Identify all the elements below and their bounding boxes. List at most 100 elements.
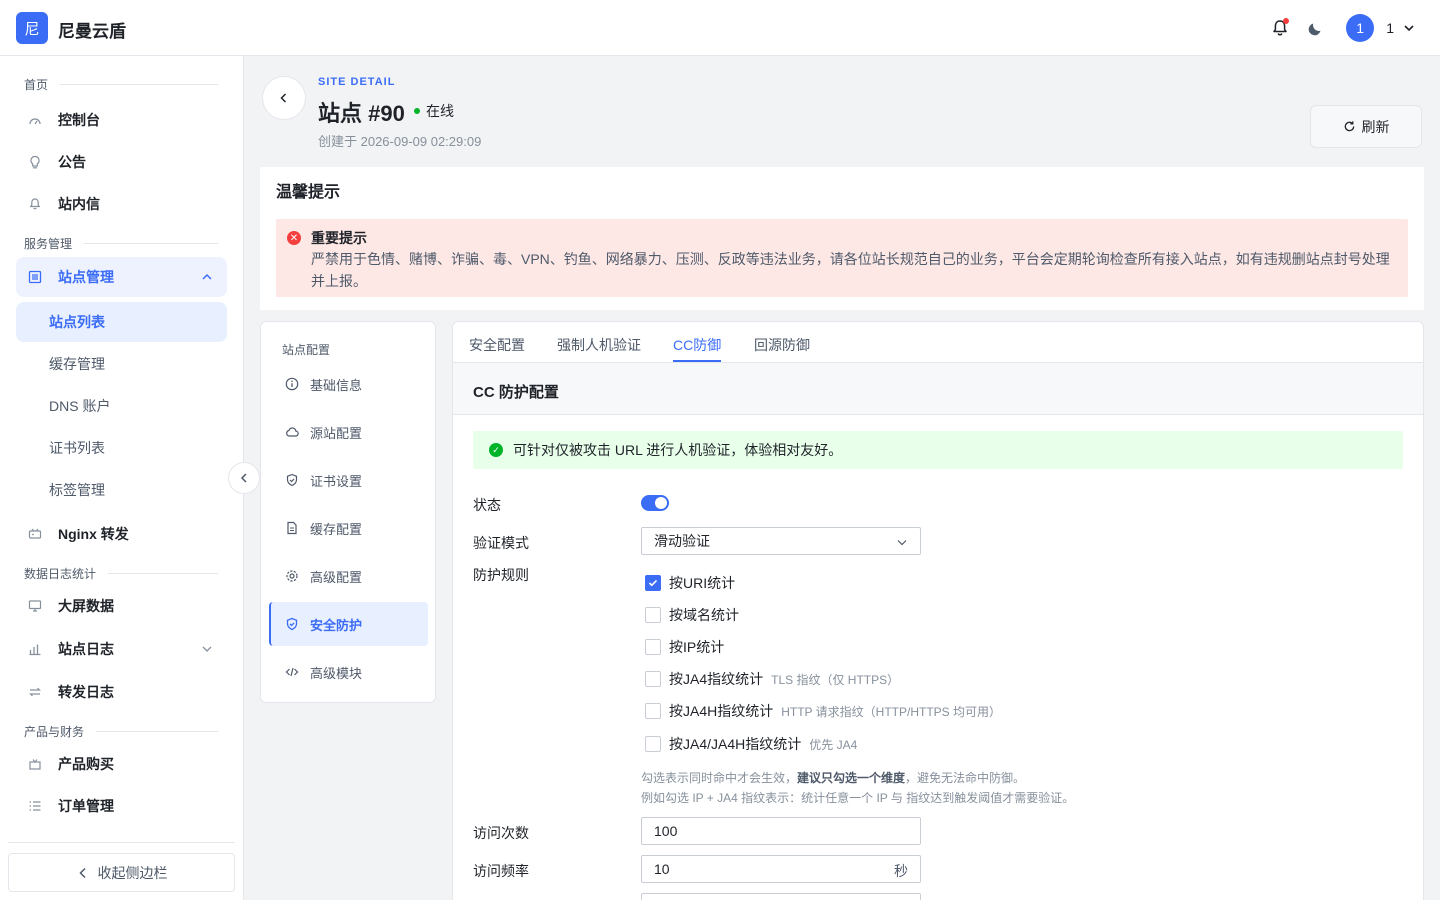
config-item-origin[interactable]: 源站配置 (269, 410, 428, 454)
sidebar-item-announce[interactable]: 公告 (16, 142, 227, 182)
check-circle-icon: ✓ (489, 443, 503, 457)
sidebar-item-certs[interactable]: 证书列表 (16, 428, 227, 468)
page-eyebrow: SITE DETAIL (318, 76, 396, 88)
refresh-icon (1344, 121, 1354, 132)
freq-unit: 秒 (894, 863, 908, 879)
bell-icon[interactable] (1270, 18, 1290, 38)
status-label: 状态 (473, 497, 501, 513)
bulb-icon (28, 155, 42, 169)
code-icon (285, 665, 299, 679)
rule-checkbox-ja4-ja4h[interactable]: 按JA4/JA4H指纹统计 优先 JA4 (645, 734, 857, 754)
chevron-left-icon (280, 93, 287, 103)
avatar[interactable]: 1 (1346, 14, 1375, 42)
back-button[interactable] (262, 76, 306, 120)
list-icon (28, 270, 42, 284)
checkbox[interactable] (645, 575, 661, 591)
alert-success: ✓ 可针对仅被攻击 URL 进行人机验证，体验相对友好。 (473, 431, 1403, 469)
sidebar-item-dns[interactable]: DNS 账户 (16, 386, 227, 426)
shield-check-icon (285, 617, 299, 631)
sidebar-item-inbox[interactable]: 站内信 (16, 184, 227, 224)
chevron-down-icon (202, 646, 212, 652)
tab-origin-defense[interactable]: 回源防御 (754, 335, 810, 355)
config-nav-title: 站点配置 (282, 343, 331, 357)
collapse-sidebar-button[interactable]: 收起侧边栏 (8, 853, 235, 892)
config-item-security[interactable]: 安全防护 (269, 602, 428, 646)
checkbox[interactable] (645, 607, 661, 623)
alert-title: 重要提示 (311, 230, 367, 246)
top-right-actions: 1 1 (1270, 12, 1416, 44)
visits-label: 访问次数 (473, 825, 529, 841)
user-name[interactable]: 1 (1386, 20, 1394, 36)
section-home: 首页 (24, 76, 219, 93)
sidebar-item-site-list[interactable]: 站点列表 (16, 302, 227, 342)
sidebar-item-site-log[interactable]: 站点日志 (16, 629, 227, 669)
notice-heading: 温馨提示 (276, 184, 341, 201)
mode-label: 验证模式 (473, 535, 529, 551)
bell-icon (28, 197, 42, 211)
rule-checkbox-uri[interactable]: 按URI统计 (645, 573, 735, 593)
sidebar: 首页 控制台 公告 站内信 服务管理 站点管理 站点列表 缓存管理 DNS 账户… (0, 56, 244, 900)
page-title: 站点 #90 (318, 101, 405, 126)
rule-checkbox-ja4[interactable]: 按JA4指纹统计 TLS 指纹（仅 HTTPS） (645, 669, 899, 689)
rule-checkbox-domain[interactable]: 按域名统计 (645, 605, 739, 625)
status-toggle[interactable] (641, 495, 669, 511)
chevron-down-icon (897, 540, 907, 546)
visits-input[interactable]: 100 (641, 817, 921, 845)
checkbox[interactable] (645, 736, 661, 752)
bar-chart-icon (28, 642, 42, 656)
tab-force-captcha[interactable]: 强制人机验证 (557, 335, 641, 355)
tab-indicator (673, 360, 721, 362)
sidebar-item-site-mgmt[interactable]: 站点管理 (16, 257, 227, 297)
rule-hint: 优先 JA4 (809, 737, 858, 752)
logo[interactable]: 尼 (16, 12, 48, 44)
config-item-cache[interactable]: 缓存配置 (269, 506, 428, 550)
tab-security-config[interactable]: 安全配置 (469, 335, 525, 355)
monitor-icon (28, 599, 42, 613)
sidebar-item-tags[interactable]: 标签管理 (16, 470, 227, 510)
sidebar-item-console[interactable]: 控制台 (16, 100, 227, 140)
toggle-knob (655, 497, 667, 509)
rules-label: 防护规则 (473, 567, 529, 583)
gear-icon (285, 569, 299, 583)
rule-hint: HTTP 请求指纹（HTTP/HTTPS 均可用） (781, 704, 1002, 719)
config-item-advanced[interactable]: 高级配置 (269, 554, 428, 598)
tab-cc-defense[interactable]: CC防御 (673, 335, 721, 355)
rule-hint: TLS 指纹（仅 HTTPS） (771, 672, 900, 687)
freq-input[interactable]: 10 秒 (641, 855, 921, 883)
checkbox[interactable] (645, 703, 661, 719)
brand-name[interactable]: 尼曼云盾 (58, 17, 126, 42)
top-bar: 尼 尼曼云盾 1 1 (0, 0, 1440, 56)
status-dot (414, 108, 420, 114)
next-input[interactable] (641, 893, 921, 900)
gift-icon (28, 757, 42, 771)
section-data: 数据日志统计 (24, 565, 219, 582)
checkbox[interactable] (645, 639, 661, 655)
alert-text: 严禁用于色情、赌博、诈骗、毒、VPN、钓鱼、网络暴力、压测、反政等违法业务，请各… (311, 251, 1390, 289)
checkbox[interactable] (645, 671, 661, 687)
divider (8, 842, 235, 843)
swap-icon (28, 685, 42, 699)
cloud-icon (285, 425, 299, 439)
sidebar-item-cache-mgmt[interactable]: 缓存管理 (16, 344, 227, 384)
close-circle-icon: ✕ (287, 231, 301, 245)
mode-select[interactable]: 滑动验证 (641, 527, 921, 555)
sidebar-item-screen[interactable]: 大屏数据 (16, 586, 227, 626)
sidebar-toggle-button[interactable] (228, 462, 260, 494)
refresh-button[interactable]: 刷新 (1310, 105, 1422, 148)
config-item-basic[interactable]: 基础信息 (269, 362, 428, 406)
config-item-cert[interactable]: 证书设置 (269, 458, 428, 502)
cc-panel: 安全配置 强制人机验证 CC防御 回源防御 CC 防护配置 ✓ 可针对仅被攻击 … (452, 321, 1424, 900)
rule-checkbox-ip[interactable]: 按IP统计 (645, 637, 724, 657)
sidebar-item-buy[interactable]: 产品购买 (16, 744, 227, 784)
created-time: 创建于 2026-09-09 02:29:09 (318, 134, 482, 149)
file-icon (285, 521, 299, 535)
config-item-modules[interactable]: 高级模块 (269, 650, 428, 694)
rule-checkbox-ja4h[interactable]: 按JA4H指纹统计 HTTP 请求指纹（HTTP/HTTPS 均可用） (645, 701, 1001, 721)
order-list-icon (28, 799, 42, 813)
moon-icon[interactable] (1306, 18, 1326, 38)
chevron-down-icon[interactable] (1402, 21, 1416, 35)
router-icon (28, 527, 42, 541)
sidebar-item-forward-log[interactable]: 转发日志 (16, 672, 227, 712)
sidebar-item-orders[interactable]: 订单管理 (16, 786, 227, 826)
sidebar-item-nginx[interactable]: Nginx 转发 (16, 514, 227, 554)
